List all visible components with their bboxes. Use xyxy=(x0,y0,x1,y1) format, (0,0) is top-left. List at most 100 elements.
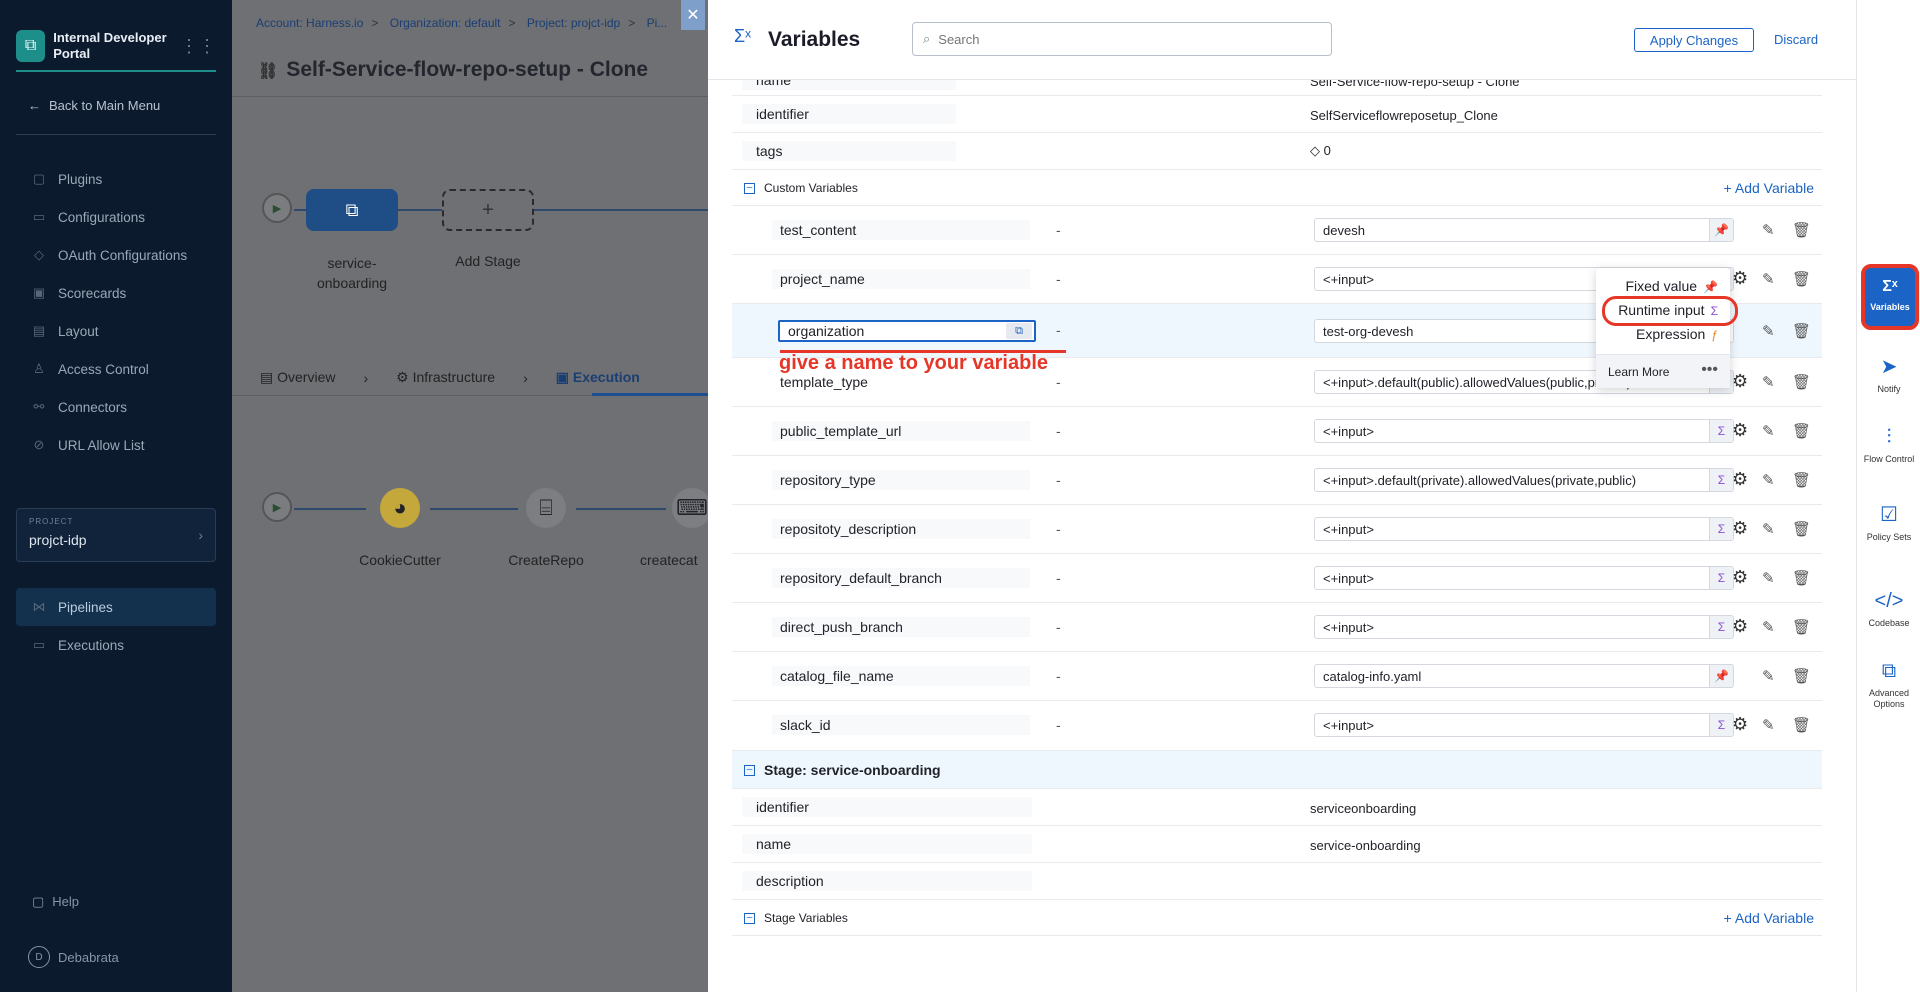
app-grid-icon[interactable]: ⋮⋮ xyxy=(180,36,216,57)
variable-value-input[interactable]: <+input>Σ xyxy=(1314,419,1734,443)
gear-icon[interactable]: ⚙ xyxy=(1732,518,1748,539)
gear-icon[interactable]: ⚙ xyxy=(1732,714,1748,735)
delete-icon[interactable]: 🗑 xyxy=(1792,520,1811,538)
rail-codebase[interactable]: </> Codebase xyxy=(1857,590,1920,629)
edit-icon[interactable]: ✎ xyxy=(1762,618,1775,636)
variable-value-input[interactable]: catalog-info.yaml 📌 xyxy=(1314,664,1734,688)
nav-item-pipelines[interactable]: ⋈ Pipelines xyxy=(16,588,216,626)
runtime-input-icon[interactable]: Σ xyxy=(1709,616,1733,638)
createrepo-step[interactable]: ⌸ xyxy=(526,488,566,528)
tab-overview[interactable]: ▤ Overview xyxy=(260,369,335,386)
search-input[interactable] xyxy=(938,31,1319,47)
learn-more-link[interactable]: Learn More xyxy=(1608,365,1669,379)
edit-icon[interactable]: ✎ xyxy=(1762,422,1775,440)
variable-value-input[interactable]: <+input>.default(private).allowedValues(… xyxy=(1314,468,1734,492)
variable-value-input[interactable]: <+input>Σ xyxy=(1314,615,1734,639)
edit-icon[interactable]: ✎ xyxy=(1762,373,1775,391)
nav-item-executions[interactable]: ▭ Executions xyxy=(16,626,216,664)
search-box[interactable]: ⌕ xyxy=(912,22,1332,56)
variable-name: test_content xyxy=(780,222,857,238)
delete-icon[interactable]: 🗑 xyxy=(1792,716,1811,734)
breadcrumb-pipelines[interactable]: Pi... xyxy=(647,16,668,30)
collapse-icon[interactable]: – xyxy=(744,183,755,194)
menu-item-expression[interactable]: Expression ƒ xyxy=(1636,326,1718,342)
nav-item-plugins[interactable]: ▢ Plugins xyxy=(16,160,216,198)
apply-changes-button[interactable]: Apply Changes xyxy=(1634,28,1754,52)
edit-icon[interactable]: ✎ xyxy=(1762,569,1775,587)
edit-icon[interactable]: ✎ xyxy=(1762,270,1775,288)
nav-item-configurations[interactable]: ▭ Configurations xyxy=(16,198,216,236)
breadcrumb-account[interactable]: Account: Harness.io xyxy=(256,16,363,30)
delete-icon[interactable]: 🗑 xyxy=(1792,569,1811,587)
variable-name: repository_default_branch xyxy=(780,570,942,586)
variables-rail-button[interactable]: Σˣ Variables xyxy=(1861,264,1919,330)
back-to-main-menu[interactable]: ← Back to Main Menu xyxy=(28,98,160,113)
stage-icon: ⧉ xyxy=(345,199,359,220)
project-selector[interactable]: PROJECT projct-idp › xyxy=(16,508,216,562)
help-link[interactable]: ▢ Help xyxy=(32,894,79,910)
edit-icon[interactable]: ✎ xyxy=(1762,322,1775,340)
nav-item-url-allow-list[interactable]: ⊘ URL Allow List xyxy=(16,426,216,464)
createcatalog-step[interactable]: ⌨ xyxy=(672,488,708,528)
variable-value-input[interactable]: <+input>Σ xyxy=(1314,566,1734,590)
tab-execution[interactable]: ▣ Execution xyxy=(556,369,640,386)
delete-icon[interactable]: 🗑 xyxy=(1792,618,1811,636)
gear-icon[interactable]: ⚙ xyxy=(1732,469,1748,490)
breadcrumb-organization[interactable]: Organization: default xyxy=(390,16,501,30)
delete-icon[interactable]: 🗑 xyxy=(1792,270,1811,288)
breadcrumb-project[interactable]: Project: projct-idp xyxy=(527,16,620,30)
rail-flow-control[interactable]: ⫶ Flow Control xyxy=(1857,426,1920,465)
close-drawer-button[interactable]: ✕ xyxy=(681,0,705,30)
gear-icon[interactable]: ⚙ xyxy=(1732,420,1748,441)
stage-label-line2: onboarding xyxy=(316,275,388,291)
edit-icon[interactable]: ✎ xyxy=(1762,471,1775,489)
rail-advanced-options[interactable]: ⧉ Advanced Options xyxy=(1857,660,1920,710)
stage-service-onboarding[interactable]: ⧉ xyxy=(306,189,398,231)
runtime-input-icon[interactable]: Σ xyxy=(1709,567,1733,589)
user-profile[interactable]: D Debabrata xyxy=(28,946,119,968)
edit-icon[interactable]: ✎ xyxy=(1762,520,1775,538)
delete-icon[interactable]: 🗑 xyxy=(1792,322,1811,340)
delete-icon[interactable]: 🗑 xyxy=(1792,667,1811,685)
more-icon[interactable]: ••• xyxy=(1701,361,1718,379)
gear-icon[interactable]: ⚙ xyxy=(1732,268,1748,289)
nav-item-oauth[interactable]: ◇ OAuth Configurations xyxy=(16,236,216,274)
add-stage-button[interactable]: + xyxy=(442,189,534,231)
delete-icon[interactable]: 🗑 xyxy=(1792,221,1811,239)
edit-icon[interactable]: ✎ xyxy=(1762,221,1775,239)
edit-icon[interactable]: ✎ xyxy=(1762,667,1775,685)
delete-icon[interactable]: 🗑 xyxy=(1792,471,1811,489)
nav-item-connectors[interactable]: ⚯ Connectors xyxy=(16,388,216,426)
edit-icon[interactable]: ✎ xyxy=(1762,716,1775,734)
variable-value-input[interactable]: <+input>Σ xyxy=(1314,713,1734,737)
menu-item-fixed-value[interactable]: Fixed value 📌 xyxy=(1625,278,1718,294)
tab-infrastructure[interactable]: ⚙ Infrastructure xyxy=(396,369,495,386)
runtime-input-icon[interactable]: Σ xyxy=(1709,714,1733,736)
collapse-icon[interactable]: – xyxy=(744,913,755,924)
variable-value-input[interactable]: <+input>Σ xyxy=(1314,517,1734,541)
runtime-input-icon[interactable]: Σ xyxy=(1709,469,1733,491)
delete-icon[interactable]: 🗑 xyxy=(1792,422,1811,440)
nav-item-layout[interactable]: ▤ Layout xyxy=(16,312,216,350)
rail-notify[interactable]: ➤ Notify xyxy=(1857,356,1920,395)
add-variable-button[interactable]: + Add Variable xyxy=(1724,180,1814,196)
variable-value-input[interactable]: devesh 📌 xyxy=(1314,218,1734,242)
discard-button[interactable]: Discard xyxy=(1774,32,1818,47)
rail-policy-sets[interactable]: ☑ Policy Sets xyxy=(1857,504,1920,543)
variable-name-input[interactable]: organization ⧉ xyxy=(778,320,1036,342)
brand[interactable]: ⧉ Internal Developer Portal ⋮⋮ xyxy=(16,26,216,66)
runtime-input-icon[interactable]: Σ xyxy=(1709,420,1733,442)
gear-icon[interactable]: ⚙ xyxy=(1732,616,1748,637)
collapse-icon[interactable]: – xyxy=(744,765,755,776)
cookiecutter-step[interactable]: ◕ xyxy=(380,488,420,528)
gear-icon[interactable]: ⚙ xyxy=(1732,567,1748,588)
delete-icon[interactable]: 🗑 xyxy=(1792,373,1811,391)
runtime-input-icon[interactable]: Σ xyxy=(1709,518,1733,540)
nav-item-access-control[interactable]: ♙ Access Control xyxy=(16,350,216,388)
pin-icon[interactable]: 📌 xyxy=(1709,665,1733,687)
gear-icon[interactable]: ⚙ xyxy=(1732,371,1748,392)
add-stage-variable-button[interactable]: + Add Variable xyxy=(1724,910,1814,926)
copy-icon[interactable]: ⧉ xyxy=(1006,323,1032,339)
pin-icon[interactable]: 📌 xyxy=(1709,219,1733,241)
nav-item-scorecards[interactable]: ▣ Scorecards xyxy=(16,274,216,312)
